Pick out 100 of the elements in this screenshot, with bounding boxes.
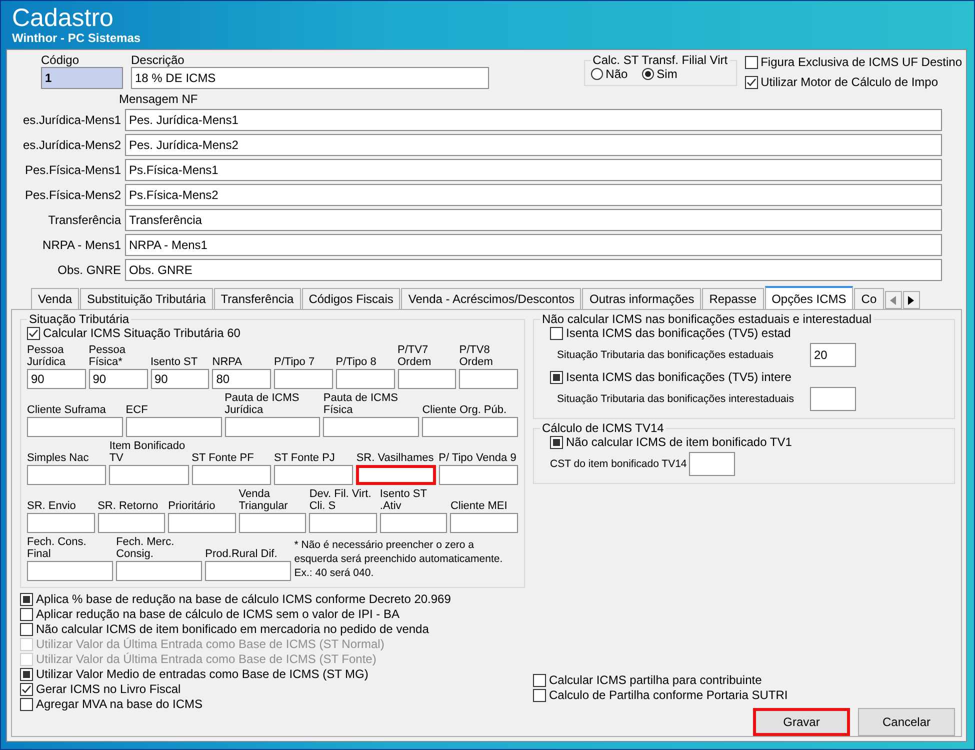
description-field[interactable]: 18 % DE ICMS — [131, 67, 489, 89]
text-field[interactable] — [688, 452, 735, 476]
text-field[interactable] — [459, 369, 518, 389]
text-field[interactable]: Obs. GNRE — [125, 259, 942, 281]
field-label: CST do item bonificado TV14 — [550, 458, 687, 470]
checkbox[interactable] — [20, 608, 33, 621]
text-field[interactable] — [27, 465, 106, 485]
field-label: es.Jurídica-Mens1 — [22, 113, 121, 127]
radio-label: Sim — [656, 67, 678, 81]
text-field[interactable] — [116, 561, 202, 581]
field-label: Pauta de ICMS Física — [323, 392, 399, 416]
text-field[interactable]: 90 — [27, 369, 86, 389]
text-field[interactable] — [398, 369, 456, 389]
field-label: NRPA - Mens1 — [42, 238, 121, 252]
field-label: Item Bonificado TV — [109, 440, 186, 464]
tab[interactable]: Opções ICMS — [764, 286, 854, 309]
text-field[interactable]: 20 — [810, 343, 856, 367]
checkbox-label: Isenta ICMS das bonificações (TV5) intere — [566, 370, 792, 385]
text-field[interactable] — [98, 513, 166, 533]
text-field[interactable] — [274, 465, 354, 485]
tab[interactable]: Outras informações — [582, 288, 702, 309]
field-label: Fech. Cons. Final — [27, 536, 88, 560]
checkbox[interactable] — [20, 668, 33, 681]
section-title: Mensagem NF — [118, 92, 199, 106]
field-label: Fech. Merc. Consig. — [116, 536, 176, 560]
checkbox[interactable] — [20, 593, 33, 606]
text-field[interactable] — [126, 417, 222, 437]
tab[interactable]: Repasse — [702, 288, 764, 309]
field-label: es.Jurídica-Mens2 — [22, 138, 121, 152]
text-field[interactable] — [27, 561, 114, 581]
text-field[interactable] — [380, 513, 448, 533]
text-field[interactable]: 90 — [88, 369, 148, 389]
tab[interactable]: Co — [854, 288, 884, 309]
tab[interactable]: Venda — [31, 288, 80, 309]
text-field[interactable] — [224, 417, 320, 437]
text-field[interactable]: 90 — [150, 369, 210, 389]
tab[interactable]: Códigos Fiscais — [302, 288, 400, 309]
code-field[interactable]: 1 — [41, 67, 123, 89]
checkbox-label: Calcular ICMS Situação Tributária 60 — [43, 326, 240, 341]
text-field[interactable] — [356, 465, 436, 485]
tab[interactable]: Transferência — [214, 288, 301, 309]
text-field[interactable] — [238, 513, 306, 533]
radio-button[interactable] — [590, 68, 603, 80]
checkbox[interactable] — [533, 689, 546, 702]
checkbox[interactable] — [550, 436, 563, 449]
text-field[interactable] — [109, 465, 189, 485]
text-field[interactable] — [168, 513, 236, 533]
radio-button[interactable] — [642, 68, 654, 80]
tab[interactable]: Venda - Acréscimos/Descontos — [401, 288, 582, 309]
action-button[interactable]: Cancelar — [858, 708, 955, 736]
text-field[interactable] — [422, 417, 518, 437]
field-label: Obs. GNRE — [56, 263, 121, 277]
text-field[interactable]: 80 — [212, 369, 271, 389]
field-label: SR. Envio — [27, 500, 77, 512]
text-field[interactable] — [309, 513, 377, 533]
field-label: P/TV7 Ordem — [398, 344, 432, 368]
checkbox[interactable] — [20, 623, 33, 636]
field-label: Simples Nac — [27, 452, 90, 464]
checkbox[interactable] — [533, 674, 546, 687]
text-field[interactable] — [810, 387, 856, 411]
text-field[interactable] — [27, 513, 95, 533]
text-field[interactable]: Ps.Física-Mens1 — [125, 159, 942, 181]
text-field[interactable] — [192, 465, 271, 485]
checkbox[interactable] — [744, 56, 758, 69]
checkbox-label: Figura Exclusiva de ICMS UF Destino — [760, 55, 962, 70]
field-label: Transferência — [47, 213, 121, 227]
checkbox[interactable] — [550, 327, 563, 340]
group-title: Calc. ST Transf. Filial Virt — [592, 53, 729, 67]
field-label: NRPA — [212, 356, 243, 368]
checkbox-label: Utilizar Valor da Última Entrada como Base de ICMS (ST Fonte) — [36, 652, 376, 667]
tab[interactable]: Substituição Tributária — [80, 288, 213, 309]
text-field[interactable] — [323, 417, 420, 437]
checkbox[interactable] — [27, 327, 40, 340]
field-label: ST Fonte PF — [192, 452, 255, 464]
text-field[interactable] — [336, 369, 394, 389]
text-field[interactable]: NRPA - Mens1 — [125, 234, 942, 256]
field-label: P/ Tipo Venda 9 — [438, 452, 518, 464]
text-field[interactable] — [205, 561, 292, 581]
checkbox[interactable] — [20, 698, 33, 711]
field-label: ECF — [126, 404, 149, 416]
text-field[interactable] — [450, 513, 518, 533]
action-button[interactable]: Gravar — [753, 708, 850, 736]
checkbox[interactable] — [20, 683, 33, 696]
text-field[interactable]: Pes. Jurídica-Mens2 — [125, 134, 942, 156]
checkbox-label: Aplicar redução na base de cálculo de ICMS sem o valor de IPI - BA — [36, 607, 400, 622]
window-subtitle: Winthor - PC Sistemas — [12, 31, 142, 45]
text-field[interactable] — [274, 369, 333, 389]
text-field[interactable] — [438, 465, 518, 485]
field-label: Cliente Suframa — [27, 404, 107, 416]
checkbox[interactable] — [744, 76, 758, 89]
text-field[interactable]: Pes. Jurídica-Mens1 — [125, 109, 942, 131]
field-label: Pauta de ICMS Jurídica — [224, 392, 300, 416]
text-field[interactable]: Transferência — [125, 209, 942, 231]
field-label: Prioritário — [168, 500, 216, 512]
field-label: P/Tipo 7 — [274, 356, 316, 368]
text-field[interactable] — [27, 417, 123, 437]
checkbox[interactable] — [550, 371, 563, 384]
text-field[interactable]: Ps.Física-Mens2 — [125, 184, 942, 206]
checkbox-label: Utilizar Valor da Última Entrada como Base de ICMS (ST Normal) — [36, 637, 384, 652]
scroll-right-button[interactable] — [902, 291, 920, 309]
